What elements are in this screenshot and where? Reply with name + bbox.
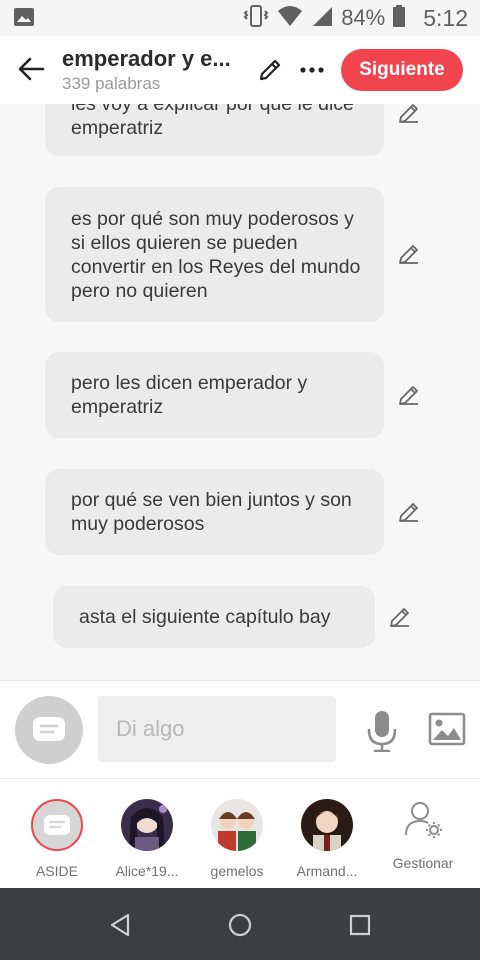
more-horizontal-icon: [300, 67, 324, 73]
android-nav-bar: [0, 888, 480, 960]
message-text: es por qué son muy poderosos y si ellos …: [71, 207, 361, 302]
character-gemelos[interactable]: gemelos: [197, 799, 277, 879]
avatar: [121, 799, 173, 851]
arrow-left-icon: [18, 57, 45, 81]
triangle-back-icon: [110, 913, 130, 937]
battery-percent: 84%: [341, 5, 386, 30]
manage-label: Gestionar: [392, 855, 454, 871]
character-bar: ASIDE Alice*19... gemelos Armand... Gest…: [0, 778, 480, 888]
status-bar: 84% 5:12: [0, 0, 480, 36]
edit-message-button[interactable]: [394, 239, 424, 269]
next-button[interactable]: Siguiente: [341, 49, 463, 91]
edit-message-button[interactable]: [394, 104, 424, 128]
character-name: Armand...: [296, 863, 358, 879]
character-aside[interactable]: ASIDE: [17, 799, 97, 879]
editor-header: emperador y e... 339 palabras Siguiente: [0, 36, 480, 104]
character-select-button[interactable]: [15, 696, 83, 764]
more-options-button[interactable]: [296, 54, 328, 86]
message-bubble[interactable]: asta el siguiente capítulo bay: [53, 586, 375, 648]
user-settings-icon: [403, 799, 443, 839]
edit-message-button[interactable]: [394, 380, 424, 410]
manage-characters-button[interactable]: Gestionar: [383, 799, 463, 871]
edit-message-button[interactable]: [394, 497, 424, 527]
character-armando[interactable]: Armand...: [287, 799, 367, 879]
gallery-notification-icon: [14, 8, 34, 26]
pencil-icon: [399, 386, 418, 405]
avatar: [31, 799, 83, 851]
message-text: pero les dicen emperador y emperatriz: [71, 372, 308, 418]
word-count: 339 palabras: [62, 74, 161, 93]
nav-home-button[interactable]: [225, 910, 255, 940]
wifi-icon: [277, 5, 303, 32]
avatar: [301, 799, 353, 851]
character-alice[interactable]: Alice*19...: [107, 799, 187, 879]
avatar: [211, 799, 263, 851]
pencil-icon: [399, 503, 418, 522]
insert-image-button[interactable]: [428, 711, 466, 747]
message-bubble[interactable]: por qué se ven bien juntos y son muy pod…: [45, 469, 384, 555]
vibrate-icon: [243, 4, 269, 33]
story-title: emperador y e...: [62, 46, 231, 71]
edit-message-button[interactable]: [385, 602, 415, 632]
message-bubble[interactable]: les voy a explicar por qué le dice emper…: [45, 104, 384, 156]
character-name: Alice*19...: [115, 863, 179, 879]
message-text: por qué se ven bien juntos y son muy pod…: [71, 489, 352, 535]
battery-icon: [393, 4, 406, 32]
clock: 5:12: [423, 4, 468, 31]
pencil-icon: [399, 104, 418, 123]
image-icon: [428, 712, 466, 746]
microphone-icon: [367, 711, 397, 752]
character-name: gemelos: [210, 863, 264, 879]
nav-recents-button[interactable]: [345, 910, 375, 940]
nav-back-button[interactable]: [105, 910, 135, 940]
character-name: ASIDE: [35, 863, 78, 879]
voice-input-button[interactable]: [364, 709, 400, 753]
message-bubble[interactable]: pero les dicen emperador y emperatriz: [45, 352, 384, 438]
edit-title-button[interactable]: [254, 54, 286, 86]
message-list: les voy a explicar por qué le dice emper…: [0, 104, 480, 680]
title-block: emperador y e... 339 palabras: [62, 46, 242, 94]
chat-bubble-icon: [33, 717, 65, 741]
pencil-icon: [390, 608, 409, 627]
square-recents-icon: [349, 914, 371, 936]
pencil-icon: [259, 59, 281, 81]
message-input[interactable]: [98, 696, 336, 762]
compose-bar: [0, 680, 480, 778]
back-button[interactable]: [14, 52, 48, 86]
circle-home-icon: [228, 913, 252, 937]
message-bubble[interactable]: es por qué son muy poderosos y si ellos …: [45, 187, 384, 322]
message-text: asta el siguiente capítulo bay: [79, 606, 331, 628]
pencil-icon: [399, 245, 418, 264]
message-text: les voy a explicar por qué le dice emper…: [71, 104, 354, 139]
chat-bubble-icon: [44, 815, 70, 835]
signal-icon: [311, 5, 333, 32]
status-icons: 84% 5:12: [243, 4, 468, 32]
